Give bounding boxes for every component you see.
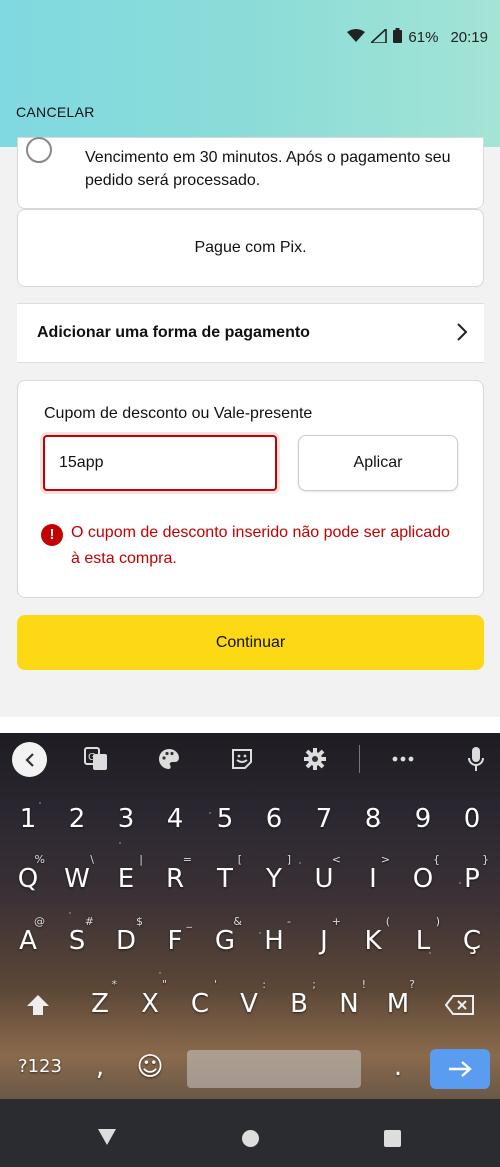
key-2[interactable]: 2 bbox=[54, 791, 100, 847]
shift-icon[interactable] bbox=[15, 976, 61, 1032]
pix-card[interactable]: Pague com Pix. bbox=[17, 209, 484, 287]
key-v[interactable]: V: bbox=[226, 976, 272, 1032]
key-l[interactable]: L) bbox=[400, 913, 446, 969]
key-s[interactable]: S # bbox=[54, 913, 100, 969]
divider bbox=[0, 717, 500, 733]
app-header: 61% 20:19 CANCELAR bbox=[0, 0, 500, 147]
comma-key[interactable]: , bbox=[80, 1039, 120, 1095]
nav-recents-icon[interactable] bbox=[384, 1130, 401, 1147]
microphone-icon[interactable] bbox=[460, 743, 492, 775]
signal-icon bbox=[369, 26, 388, 47]
key-j[interactable]: J + bbox=[301, 913, 347, 969]
status-bar: 61% 20:19 bbox=[347, 26, 488, 47]
key-1[interactable]: 1 bbox=[5, 791, 51, 847]
keyboard-row-3: Z * X " C ' V: B; N! M? bbox=[0, 976, 500, 1034]
cancel-button[interactable]: CANCELAR bbox=[16, 104, 95, 120]
wifi-icon bbox=[347, 28, 366, 47]
battery-icon bbox=[393, 28, 403, 47]
key-f[interactable]: F _ bbox=[152, 913, 198, 969]
checkout-content: Vencimento em 30 minutos. Após o pagamen… bbox=[0, 137, 500, 717]
coupon-error-message: O cupom de desconto inserido não pode se… bbox=[71, 524, 450, 567]
payment-option-radio[interactable] bbox=[26, 137, 52, 163]
key-w[interactable]: W \ bbox=[54, 851, 100, 907]
chevron-right-icon bbox=[456, 322, 468, 347]
keyboard-row-2: A @ S # D $ F _ G & H- J + K( L) Ç bbox=[0, 913, 500, 971]
battery-percent: 61% bbox=[408, 29, 439, 46]
key-p[interactable]: P} bbox=[449, 851, 495, 907]
enter-arrow-icon[interactable] bbox=[430, 1049, 490, 1089]
key-6[interactable]: 6 bbox=[251, 791, 297, 847]
key-n[interactable]: N! bbox=[326, 976, 372, 1032]
translate-icon[interactable]: G bbox=[80, 743, 112, 775]
sticker-icon[interactable] bbox=[226, 743, 258, 775]
payment-option-description: Vencimento em 30 minutos. Após o pagamen… bbox=[85, 149, 451, 189]
more-options-icon[interactable] bbox=[387, 743, 419, 775]
theme-palette-icon[interactable] bbox=[153, 743, 185, 775]
key-q[interactable]: Q% bbox=[5, 851, 51, 907]
system-nav-bar bbox=[0, 1099, 500, 1167]
key-m[interactable]: M? bbox=[375, 976, 421, 1032]
nav-back-icon[interactable] bbox=[98, 1129, 116, 1150]
key-t[interactable]: T[ bbox=[202, 851, 248, 907]
key-c[interactable]: C ' bbox=[177, 976, 223, 1032]
key-g[interactable]: G & bbox=[202, 913, 248, 969]
soft-keyboard: G 1 2 3 4 5 6 7 8 9 0 Q% W \ E | R = T [… bbox=[0, 733, 500, 1099]
coupon-card: Cupom de desconto ou Vale-presente 15app… bbox=[17, 380, 484, 598]
key-d[interactable]: D $ bbox=[103, 913, 149, 969]
key-4[interactable]: 4 bbox=[152, 791, 198, 847]
key-b[interactable]: B; bbox=[276, 976, 322, 1032]
key-y[interactable]: Y] bbox=[251, 851, 297, 907]
backspace-icon[interactable] bbox=[437, 976, 483, 1032]
key-x[interactable]: X " bbox=[127, 976, 173, 1032]
error-icon: ! bbox=[41, 524, 63, 546]
period-key[interactable]: . bbox=[378, 1039, 418, 1095]
keyboard-number-row: 1 2 3 4 5 6 7 8 9 0 bbox=[0, 791, 500, 849]
key-o[interactable]: O{ bbox=[400, 851, 446, 907]
add-payment-method-label: Adicionar uma forma de pagamento bbox=[37, 324, 310, 341]
key-9[interactable]: 9 bbox=[400, 791, 446, 847]
keyboard-toolbar: G bbox=[0, 733, 500, 785]
settings-gear-icon[interactable] bbox=[299, 743, 331, 775]
key-3[interactable]: 3 bbox=[103, 791, 149, 847]
nav-home-icon[interactable] bbox=[242, 1130, 259, 1147]
key-c-cedilla[interactable]: Ç bbox=[449, 913, 495, 969]
pix-label: Pague com Pix. bbox=[194, 239, 307, 256]
clock: 20:19 bbox=[450, 29, 488, 46]
key-h[interactable]: H- bbox=[251, 913, 297, 969]
key-5[interactable]: 5 bbox=[202, 791, 248, 847]
add-payment-method-row[interactable]: Adicionar uma forma de pagamento bbox=[17, 303, 484, 363]
continue-button[interactable]: Continuar bbox=[17, 615, 484, 670]
symbols-key[interactable]: ?123 bbox=[12, 1039, 68, 1095]
key-8[interactable]: 8 bbox=[350, 791, 396, 847]
emoji-icon[interactable]: ☺ bbox=[128, 1039, 172, 1095]
key-i[interactable]: I > bbox=[350, 851, 396, 907]
apply-coupon-button[interactable]: Aplicar bbox=[298, 435, 458, 491]
key-a[interactable]: A @ bbox=[5, 913, 51, 969]
key-u[interactable]: U < bbox=[301, 851, 347, 907]
key-7[interactable]: 7 bbox=[301, 791, 347, 847]
key-e[interactable]: E | bbox=[103, 851, 149, 907]
coupon-input[interactable]: 15app bbox=[43, 435, 277, 491]
key-r[interactable]: R = bbox=[152, 851, 198, 907]
svg-text:G: G bbox=[88, 752, 96, 763]
key-k[interactable]: K( bbox=[350, 913, 396, 969]
key-z[interactable]: Z * bbox=[77, 976, 123, 1032]
spacebar[interactable] bbox=[187, 1050, 361, 1088]
coupon-label: Cupom de desconto ou Vale-presente bbox=[44, 405, 313, 422]
keyboard-row-1: Q% W \ E | R = T[ Y] U < I > O{ P} bbox=[0, 851, 500, 909]
payment-option-card[interactable]: Vencimento em 30 minutos. Após o pagamen… bbox=[17, 137, 484, 209]
keyboard-back-button[interactable] bbox=[12, 742, 47, 777]
key-0[interactable]: 0 bbox=[449, 791, 495, 847]
